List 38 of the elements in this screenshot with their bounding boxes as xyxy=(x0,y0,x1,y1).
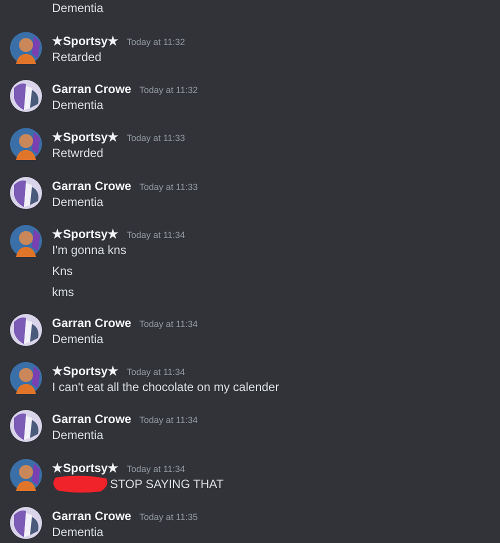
username[interactable]: ★Sportsy★ xyxy=(52,458,119,477)
avatar[interactable] xyxy=(10,506,42,539)
timestamp: Today at 11:32 xyxy=(126,36,186,49)
message-text: Dementia xyxy=(52,98,104,114)
timestamp: Today at 11:34 xyxy=(139,318,198,331)
username[interactable]: Garran Crowe xyxy=(52,506,132,525)
username[interactable]: ★Sportsy★ xyxy=(52,128,119,146)
message-text: I can't eat all the chocolate on my calender xyxy=(52,380,280,396)
username[interactable]: Garran Crowe xyxy=(52,410,132,428)
username[interactable]: Garran Crowe xyxy=(52,314,132,332)
message-text: Dementia xyxy=(52,332,104,347)
username[interactable]: ★Sportsy★ xyxy=(52,362,119,380)
timestamp: Today at 11:34 xyxy=(139,414,198,428)
username[interactable]: Garran Crowe xyxy=(52,176,132,195)
message-text: Dementia xyxy=(52,1,104,16)
message-text: Retarded xyxy=(52,50,102,65)
avatar[interactable] xyxy=(10,314,42,346)
message-text: Dementia xyxy=(52,428,104,444)
message-text: I'm gonna kns xyxy=(52,242,126,258)
timestamp: Today at 11:34 xyxy=(126,366,186,380)
timestamp: Today at 11:32 xyxy=(139,84,198,98)
username[interactable]: Garran Crowe xyxy=(52,80,132,98)
message-text: Kns xyxy=(52,264,73,279)
avatar[interactable] xyxy=(10,176,42,209)
message-text: Dementia xyxy=(52,524,104,540)
message-text: Dementia xyxy=(52,194,104,210)
avatar[interactable] xyxy=(10,80,42,112)
message-text: Retwrded xyxy=(52,146,104,162)
username[interactable]: ★Sportsy★ xyxy=(52,32,119,50)
timestamp: Today at 11:33 xyxy=(126,132,186,146)
avatar[interactable] xyxy=(10,410,42,442)
timestamp: Today at 11:35 xyxy=(139,510,198,524)
username[interactable]: ★Sportsy★ xyxy=(52,224,119,243)
timestamp: Today at 11:33 xyxy=(139,180,198,194)
timestamp: Today at 11:34 xyxy=(126,462,186,476)
timestamp: Today at 11:34 xyxy=(126,228,186,242)
message-text: kms xyxy=(52,284,74,300)
message-text: STOP SAYING THAT xyxy=(110,476,224,492)
